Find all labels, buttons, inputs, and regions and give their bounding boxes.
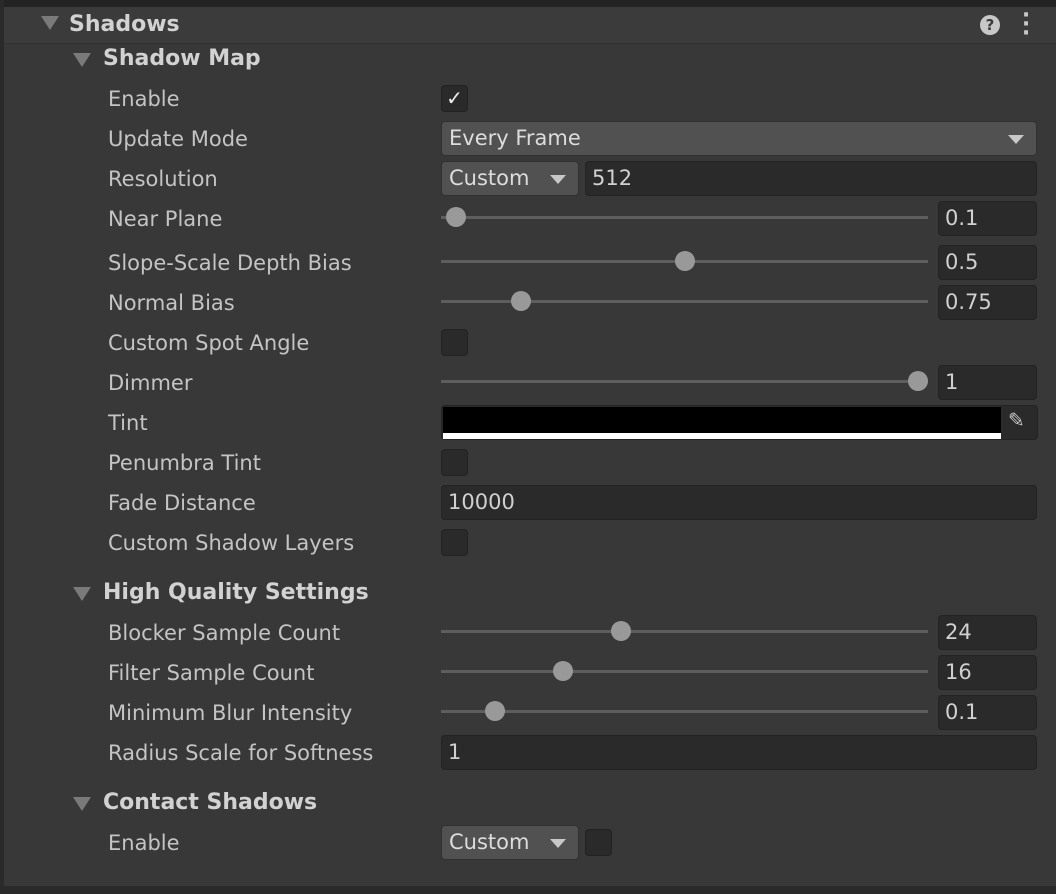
tint-alpha-bar (443, 433, 1001, 439)
section-title: Shadows (69, 12, 180, 37)
chevron-down-icon (1008, 135, 1024, 144)
left-border (0, 0, 4, 894)
enable-checkbox[interactable]: ✓ (441, 85, 468, 112)
blocker-sample-count-input[interactable]: 24 (938, 615, 1037, 650)
slider-thumb[interactable] (484, 701, 505, 721)
near-plane-input[interactable]: 0.1 (938, 201, 1037, 236)
subsection-title-contact-shadows: Contact Shadows (103, 790, 318, 815)
resolution-input[interactable]: 512 (585, 161, 1037, 196)
slider-thumb[interactable] (674, 251, 695, 271)
slider-thumb[interactable] (552, 661, 573, 681)
slope-bias-label: Slope-Scale Depth Bias (108, 251, 352, 275)
penumbra-tint-label: Penumbra Tint (108, 451, 261, 475)
near-plane-label: Near Plane (108, 207, 223, 231)
slider-thumb[interactable] (445, 207, 466, 227)
tint-color-swatch[interactable] (443, 407, 1001, 433)
subsection-title-shadow-map: Shadow Map (103, 46, 261, 71)
filter-sample-count-label: Filter Sample Count (108, 661, 315, 685)
filter-sample-count-input[interactable]: 16 (938, 655, 1037, 690)
slider-thumb[interactable] (511, 291, 532, 311)
chevron-down-icon (550, 175, 566, 184)
help-icon[interactable]: ? (980, 15, 1000, 35)
kebab-menu-icon[interactable]: · · · (1016, 5, 1036, 45)
foldout-triangle-icon[interactable] (41, 16, 59, 30)
custom-spot-angle-checkbox[interactable] (441, 329, 468, 356)
bottom-border (0, 886, 1056, 894)
radius-scale-label: Radius Scale for Softness (108, 741, 374, 765)
resolution-label: Resolution (108, 167, 218, 191)
normal-bias-input[interactable]: 0.75 (938, 285, 1037, 320)
resolution-mode-value: Custom (449, 166, 530, 190)
contact-enable-mode-value: Custom (449, 830, 530, 854)
blocker-sample-count-slider[interactable] (441, 621, 928, 641)
chevron-down-icon (550, 839, 566, 848)
foldout-triangle-icon[interactable] (73, 587, 91, 601)
foldout-triangle-icon[interactable] (73, 797, 91, 811)
enable-label: Enable (108, 87, 180, 111)
section-header-shadows[interactable]: Shadows ? · · · (4, 5, 1056, 45)
foldout-triangle-icon[interactable] (73, 53, 91, 67)
min-blur-slider[interactable] (441, 701, 928, 721)
fade-distance-label: Fade Distance (108, 491, 256, 515)
blocker-sample-count-label: Blocker Sample Count (108, 621, 341, 645)
fade-distance-input[interactable]: 10000 (441, 485, 1037, 520)
slider-thumb[interactable] (908, 371, 928, 391)
min-blur-label: Minimum Blur Intensity (108, 701, 353, 725)
subsection-title-high-quality: High Quality Settings (103, 580, 369, 605)
eyedropper-icon[interactable]: ✎ (1008, 408, 1025, 432)
tint-label: Tint (108, 411, 148, 435)
contact-enable-mode-dropdown[interactable]: Custom (441, 825, 579, 860)
custom-shadow-layers-checkbox[interactable] (441, 529, 468, 556)
min-blur-input[interactable]: 0.1 (938, 695, 1037, 730)
normal-bias-slider[interactable] (441, 291, 928, 311)
slope-bias-slider[interactable] (441, 251, 928, 271)
penumbra-tint-checkbox[interactable] (441, 449, 468, 476)
contact-enable-label: Enable (108, 831, 180, 855)
normal-bias-label: Normal Bias (108, 291, 235, 315)
dimmer-slider[interactable] (441, 371, 928, 391)
update-mode-value: Every Frame (449, 126, 581, 150)
dimmer-label: Dimmer (108, 371, 193, 395)
slider-thumb[interactable] (611, 621, 632, 641)
update-mode-label: Update Mode (108, 127, 248, 151)
near-plane-slider[interactable] (441, 207, 928, 227)
resolution-mode-dropdown[interactable]: Custom (441, 161, 579, 196)
custom-spot-angle-label: Custom Spot Angle (108, 331, 310, 355)
tint-color-field[interactable]: ✎ (441, 405, 1038, 440)
filter-sample-count-slider[interactable] (441, 661, 928, 681)
top-border (0, 0, 1056, 7)
dimmer-input[interactable]: 1 (938, 365, 1037, 400)
radius-scale-input[interactable]: 1 (441, 735, 1037, 770)
custom-shadow-layers-label: Custom Shadow Layers (108, 531, 355, 555)
contact-enable-checkbox[interactable] (585, 829, 612, 856)
update-mode-dropdown[interactable]: Every Frame (441, 121, 1037, 156)
slope-bias-input[interactable]: 0.5 (938, 245, 1037, 280)
